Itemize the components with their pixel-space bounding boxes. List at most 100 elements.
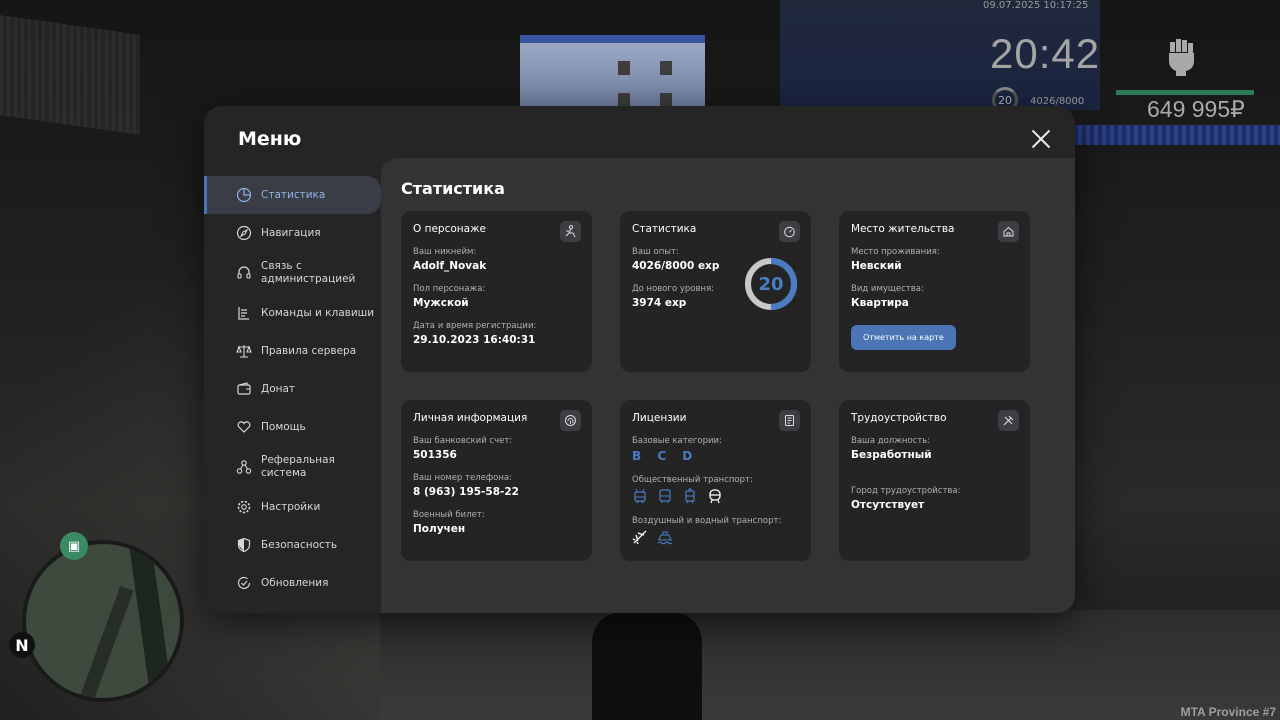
air-water-transport-icons [632,529,799,545]
home-icon [1003,226,1014,237]
nickname-label: Ваш никнейм: [413,247,477,257]
boat-icon [657,531,673,545]
phone-value: 8 (963) 195-58-22 [413,486,519,498]
keyboard-icon [238,307,249,320]
bank-account-label: Ваш банковский счет: [413,436,513,446]
military-id-value: Получен [413,523,466,535]
card-statistics: Статистика Ваш опыт: 4026/8000 exp До но… [620,211,811,372]
work-city-value: Отсутствует [851,499,925,511]
shield-icon [237,537,251,553]
sidebar-item-donate[interactable]: Донат [204,370,381,408]
content-panel: Статистика О персонаже Ваш никнейм: Adol… [381,158,1075,613]
hud-health-bar [1116,90,1254,95]
position-label: Ваша должность: [851,436,931,446]
card-licenses: Лицензии Базовые категории: B C D Общест… [620,400,811,561]
sidebar-item-label: Правила сервера [261,344,357,357]
metro-icon [709,489,721,504]
card-icon-button [779,410,800,431]
fist-icon [1169,39,1194,76]
card-icon-button [998,410,1019,431]
sidebar-item-statistics[interactable]: Статистика [204,176,381,214]
sidebar-item-label: Команды и клавиши [261,306,375,319]
background-building [520,35,705,110]
card-personal-info: Личная информация Ваш банковский счет: 5… [401,400,592,561]
property-type-value: Квартира [851,297,909,309]
minimap [22,540,184,702]
card-icon-button [560,221,581,242]
wallet-icon [237,382,251,395]
sidebar-item-navigation[interactable]: Навигация [204,214,381,252]
card-icon-button [779,221,800,242]
hud-clock: 20:42 [990,30,1101,77]
sidebar-item-admin-contact[interactable]: Связь с администрацией [204,252,381,294]
background-fence [0,15,140,135]
menu-window: Меню Статистика Навигация Связь с админи… [204,106,1075,613]
sidebar-item-security[interactable]: Безопасность [204,526,381,564]
background-blue-fence [1070,125,1280,145]
sidebar-item-rules[interactable]: Правила сервера [204,332,381,370]
sidebar-item-label: Обновления [261,576,329,589]
card-title: Личная информация [413,412,528,424]
mark-on-map-button[interactable]: Отметить на карте [851,325,956,350]
sidebar-item-label: Помощь [261,420,306,433]
card-icon-button [560,410,581,431]
menu-title: Меню [238,128,302,150]
person-pose-icon [565,225,576,238]
exp-label: Ваш опыт: [632,247,679,257]
card-title: Лицензии [632,412,687,424]
sidebar-item-updates[interactable]: Обновления [204,564,381,602]
gear-icon [237,500,251,514]
hud-money: 649 995₽ [1147,96,1245,122]
card-title: Место жительства [851,223,955,235]
property-type-label: Вид имущества: [851,284,924,294]
card-employment: Трудоустройство Ваша должность: Безработ… [839,400,1030,561]
scales-icon [236,345,252,358]
position-value: Безработный [851,449,932,461]
close-button[interactable] [1030,128,1052,150]
airplane-icon [632,530,647,545]
sidebar-item-referral[interactable]: Реферальная система [204,446,381,488]
tram-icon [685,488,695,504]
basic-categories-label: Базовые категории: [632,436,722,446]
pie-chart-icon [236,187,252,203]
hud-datetime: 09.07.2025 10:17:25 [983,0,1089,11]
registration-label: Дата и время регистрации: [413,321,537,331]
level-number: 20 [758,273,784,295]
sidebar-item-label: Настройки [261,500,321,513]
sidebar-item-help[interactable]: Помощь [204,408,381,446]
refresh-check-icon [237,576,251,589]
headset-icon [237,266,251,279]
player-character [592,612,702,720]
license-document-icon [785,415,794,426]
card-character: О персонаже Ваш никнейм: Adolf_Novak Пол… [401,211,592,372]
card-title: Трудоустройство [851,412,947,424]
sidebar-item-settings[interactable]: Настройки [204,488,381,526]
content-title: Статистика [401,179,505,198]
card-title: Статистика [632,223,697,235]
public-transport-icons [632,488,799,504]
registration-value: 29.10.2023 16:40:31 [413,334,536,346]
bus-stop-icon: ▣ [60,532,88,560]
compass-icon [236,225,252,241]
air-water-transport-label: Воздушный и водный транспорт: [632,516,782,526]
sidebar-item-label: Навигация [261,226,321,239]
card-icon-button [998,221,1019,242]
residence-place-value: Невский [851,260,902,272]
gender-label: Пол персонажа: [413,284,486,294]
sidebar-item-label: Безопасность [261,538,338,551]
server-name: MTA Province #7 [1180,705,1276,719]
sidebar-item-label: Статистика [261,188,326,201]
nickname-value: Adolf_Novak [413,260,487,272]
minimap-north-indicator: N [9,632,35,658]
work-city-label: Город трудоустройства: [851,486,961,496]
card-title: О персонаже [413,223,487,235]
gender-value: Мужской [413,297,469,309]
bank-account-value: 501356 [413,449,457,461]
sidebar-item-label: Связь с администрацией [261,260,356,285]
sidebar: Статистика Навигация Связь с администрац… [204,176,381,602]
network-icon [236,460,252,474]
card-residence: Место жительства Место проживания: Невск… [839,211,1030,372]
sidebar-item-commands[interactable]: Команды и клавиши [204,294,381,332]
background-road [380,610,1280,720]
sidebar-item-label: Донат [261,382,296,395]
